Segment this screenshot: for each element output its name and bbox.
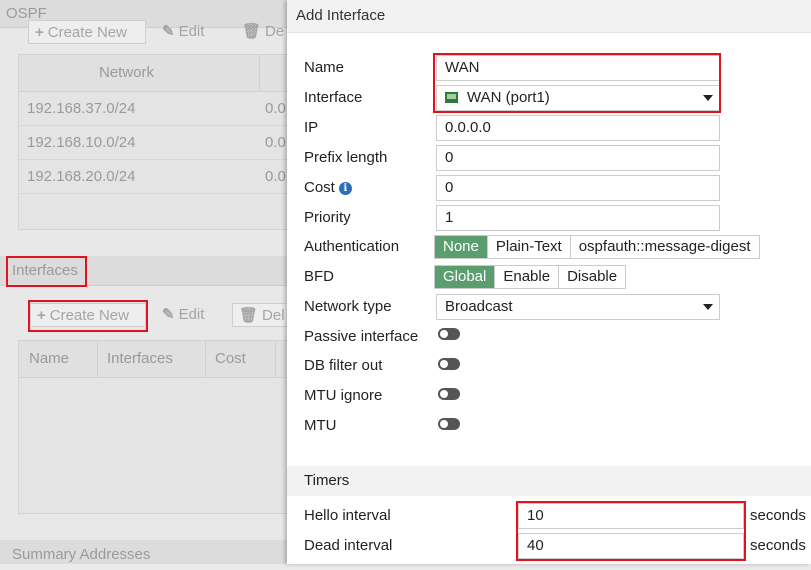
db-filter-out-label: DB filter out [304, 357, 383, 374]
priority-input[interactable]: 1 [436, 205, 720, 231]
interfaces-table: Name Interfaces Cost [18, 340, 290, 514]
column-divider [259, 55, 260, 91]
bfd-option-global[interactable]: Global [435, 266, 496, 288]
table-row[interactable]: 192.168.20.0/24 0.0 [19, 160, 289, 194]
dead-interval-unit: seconds [750, 537, 806, 554]
hello-interval-label: Hello interval [304, 507, 391, 524]
db-filter-out-toggle[interactable] [438, 358, 460, 370]
networks-edit-button[interactable]: ✎ Edit [156, 20, 228, 44]
network-column-header: Network [99, 64, 155, 81]
info-icon[interactable]: i [338, 182, 352, 195]
mtu-ignore-toggle[interactable] [438, 388, 460, 400]
column-divider [205, 341, 206, 377]
auth-option-message-digest[interactable]: ospfauth::message-digest [570, 236, 759, 258]
networks-create-new-button[interactable]: + Create New [28, 20, 146, 44]
column-divider [275, 341, 276, 377]
networks-table: Network 192.168.37.0/24 0.0 192.168.10.0… [18, 54, 290, 230]
trash-icon: 🗑 [242, 23, 262, 40]
timers-section-header: Timers [287, 466, 811, 496]
bfd-option-disable[interactable]: Disable [559, 266, 626, 288]
ip-label: IP [304, 119, 319, 136]
cost-input[interactable]: 0 [436, 175, 720, 201]
interfaces-table-header: Name Interfaces Cost [19, 341, 289, 378]
pencil-icon: ✎ [162, 23, 175, 40]
network-type-select[interactable]: Broadcast [436, 294, 720, 320]
networks-table-header: Network [19, 55, 289, 92]
bfd-label: BFD [304, 268, 334, 285]
summary-section-title: Summary Addresses [12, 546, 151, 563]
column-divider [97, 341, 98, 377]
networks-delete-button[interactable]: 🗑 De [236, 20, 290, 44]
interfaces-column-header: Interfaces [107, 350, 173, 367]
add-interface-dialog: Add Interface Name WAN Interface WAN (po… [287, 0, 811, 564]
name-column-header: Name [29, 350, 70, 367]
auth-option-plain-text[interactable]: Plain-Text [487, 236, 571, 258]
prefix-length-input[interactable]: 0 [436, 145, 720, 171]
passive-interface-label: Passive interface [304, 328, 419, 345]
authentication-segmented-control: None Plain-Text ospfauth::message-digest [434, 235, 760, 259]
passive-interface-toggle[interactable] [438, 328, 460, 340]
create-new-highlight-box [28, 300, 148, 332]
interfaces-highlight-box [6, 256, 87, 287]
dialog-title: Add Interface [287, 0, 811, 33]
timers-highlight-box [516, 501, 746, 561]
name-label: Name [304, 59, 345, 76]
plus-icon: + [35, 24, 44, 41]
cost-label: Cost i [304, 175, 352, 201]
cost-column-header: Cost [215, 350, 246, 367]
chevron-down-icon [703, 304, 713, 310]
table-row[interactable]: 192.168.10.0/24 0.0 [19, 126, 289, 160]
interface-label: Interface [304, 89, 363, 106]
timers-title: Timers [304, 472, 350, 489]
dead-interval-label: Dead interval [304, 537, 393, 554]
pencil-icon: ✎ [162, 306, 175, 323]
network-type-value: Broadcast [445, 298, 513, 315]
hello-interval-unit: seconds [750, 507, 806, 524]
mtu-label: MTU [304, 417, 337, 434]
network-type-label: Network type [304, 298, 392, 315]
priority-label: Priority [304, 209, 351, 226]
trash-icon: 🗑 [239, 307, 259, 324]
bfd-option-enable[interactable]: Enable [495, 266, 560, 288]
mtu-toggle[interactable] [438, 418, 460, 430]
auth-option-none[interactable]: None [435, 236, 488, 258]
interfaces-edit-button[interactable]: ✎ Edit [156, 303, 226, 327]
prefix-length-label: Prefix length [304, 149, 388, 166]
bfd-segmented-control: Global Enable Disable [434, 265, 627, 289]
summary-section-header: Summary Addresses [0, 540, 290, 564]
ip-input[interactable]: 0.0.0.0 [436, 115, 720, 141]
table-row[interactable]: 192.168.37.0/24 0.0 [19, 92, 289, 126]
mtu-ignore-label: MTU ignore [304, 387, 383, 404]
name-interface-highlight-box [433, 53, 721, 113]
authentication-label: Authentication [304, 238, 400, 255]
interfaces-delete-button[interactable]: 🗑 Del [232, 303, 290, 327]
